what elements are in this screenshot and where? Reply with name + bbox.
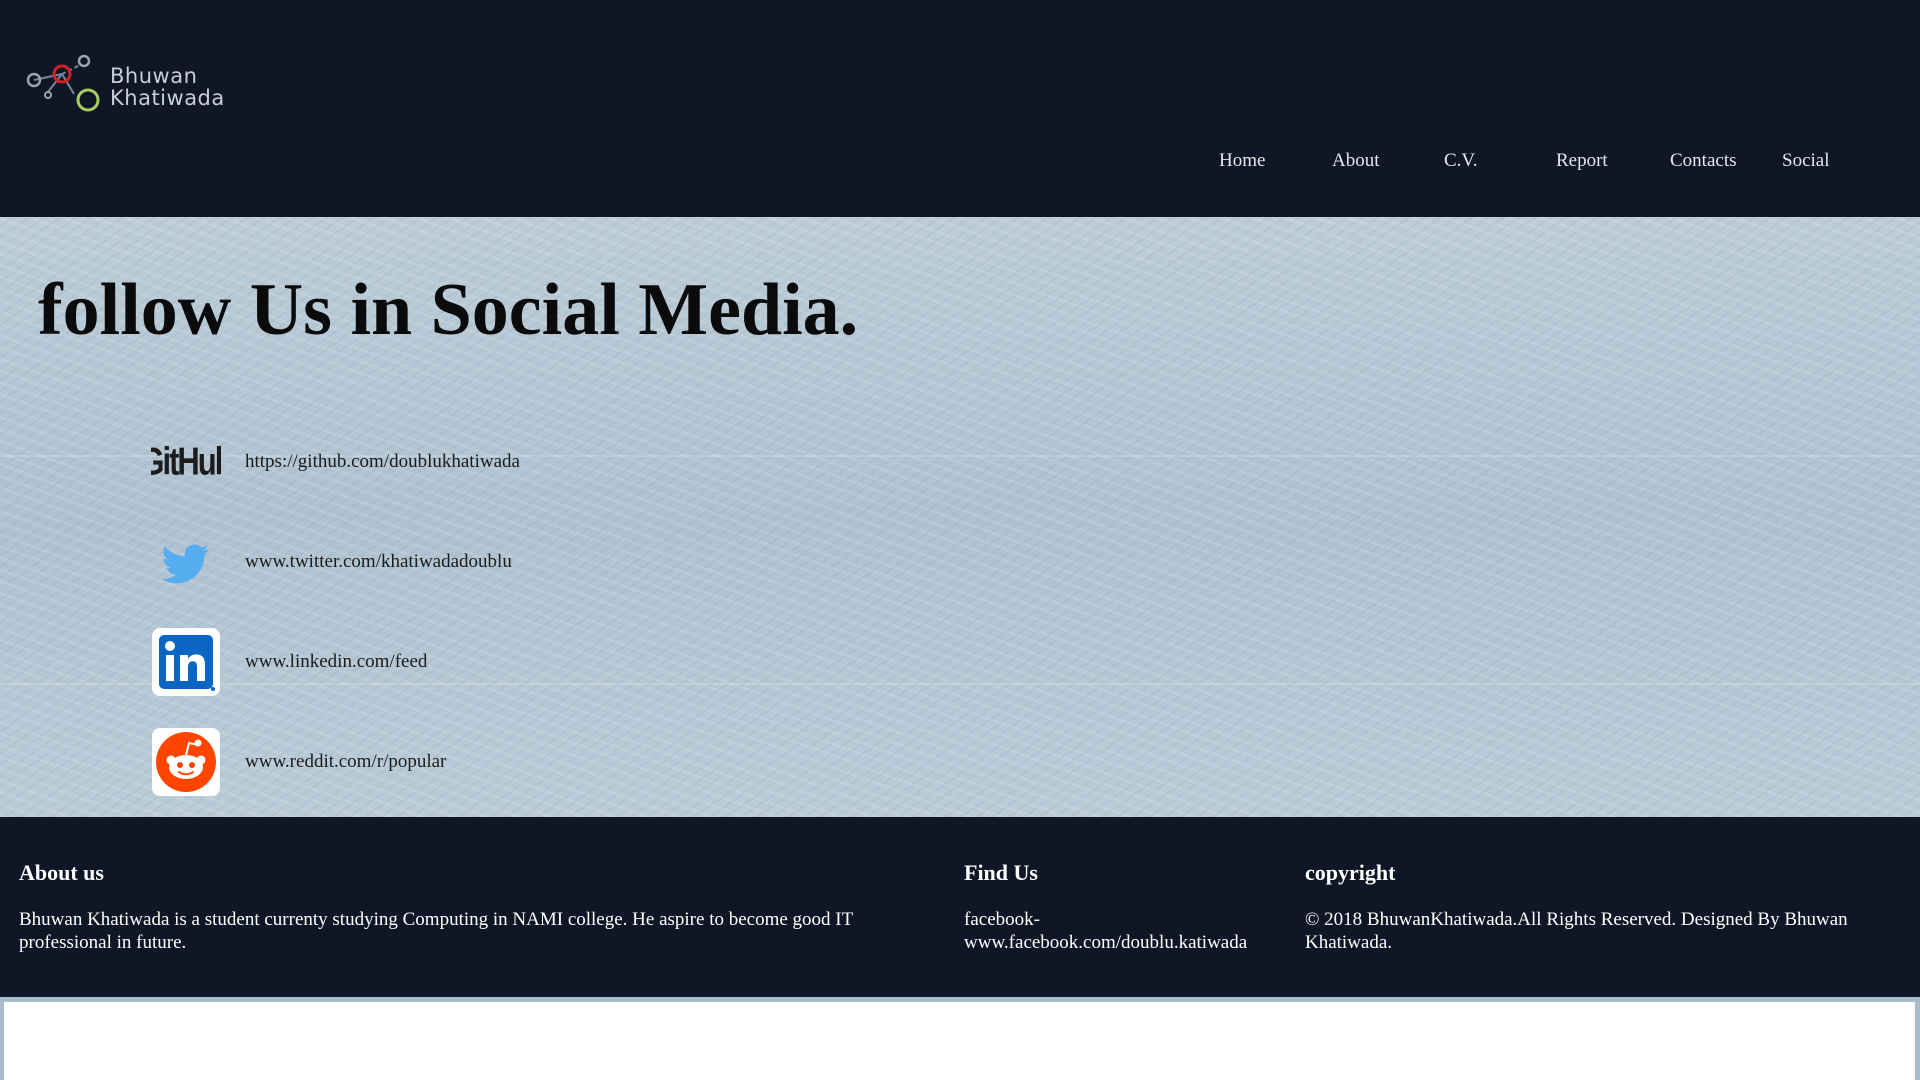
reddit-icon[interactable] [151,727,221,797]
footer-copyright-text: © 2018 BhuwanKhatiwada.All Rights Reserv… [1305,909,1848,953]
github-icon[interactable]: GitHub [140,427,234,497]
footer-about-text: Bhuwan Khatiwada is a student currenty s… [19,909,853,953]
footer-find-text: facebook-www.facebook.com/doublu.katiwad… [964,909,1248,953]
footer-about-heading: About us [19,860,104,885]
site-logo[interactable]: Bhuwan Khatiwada [26,52,224,118]
github-link[interactable]: https://github.com/doublukhatiwada [245,451,520,473]
page-title: follow Us in Social Media. [38,269,859,351]
main-navigation: Home About C.V. Report Contacts Social [0,150,1920,180]
twitter-icon[interactable] [151,527,221,597]
nav-about[interactable]: About [1332,150,1380,172]
social-row-linkedin: www.linkedin.com/feed [151,627,851,697]
site-footer: About us Bhuwan Khatiwada is a student c… [0,817,1920,997]
linkedin-icon[interactable] [151,627,221,697]
social-row-github: GitHub https://github.com/doublukhatiwad… [140,427,851,497]
nav-home[interactable]: Home [1219,150,1265,172]
logo-text: Bhuwan Khatiwada [110,65,225,109]
site-header: Bhuwan Khatiwada Home About C.V. Report … [0,0,1920,217]
footer-copyright-heading: copyright [1305,860,1396,885]
logo-line-2: Khatiwada [110,86,225,110]
twitter-link[interactable]: www.twitter.com/khatiwadadoublu [245,551,512,573]
logo-molecule-icon [26,54,100,112]
social-row-reddit: www.reddit.com/r/popular [151,727,851,797]
nav-report[interactable]: Report [1556,150,1608,172]
linkedin-link[interactable]: www.linkedin.com/feed [245,651,427,673]
nav-cv[interactable]: C.V. [1444,150,1477,172]
reddit-link[interactable]: www.reddit.com/r/popular [245,751,446,773]
social-row-twitter: www.twitter.com/khatiwadadoublu [151,527,851,597]
page-bottom [0,997,1920,1080]
blank-panel [4,1002,1915,1080]
social-section: follow Us in Social Media. GitHub https:… [0,217,1920,817]
nav-contacts[interactable]: Contacts [1670,150,1737,172]
footer-find-heading: Find Us [964,860,1038,885]
nav-social[interactable]: Social [1782,150,1830,172]
svg-text:GitHub: GitHub [151,440,221,483]
logo-line-1: Bhuwan [110,64,198,88]
